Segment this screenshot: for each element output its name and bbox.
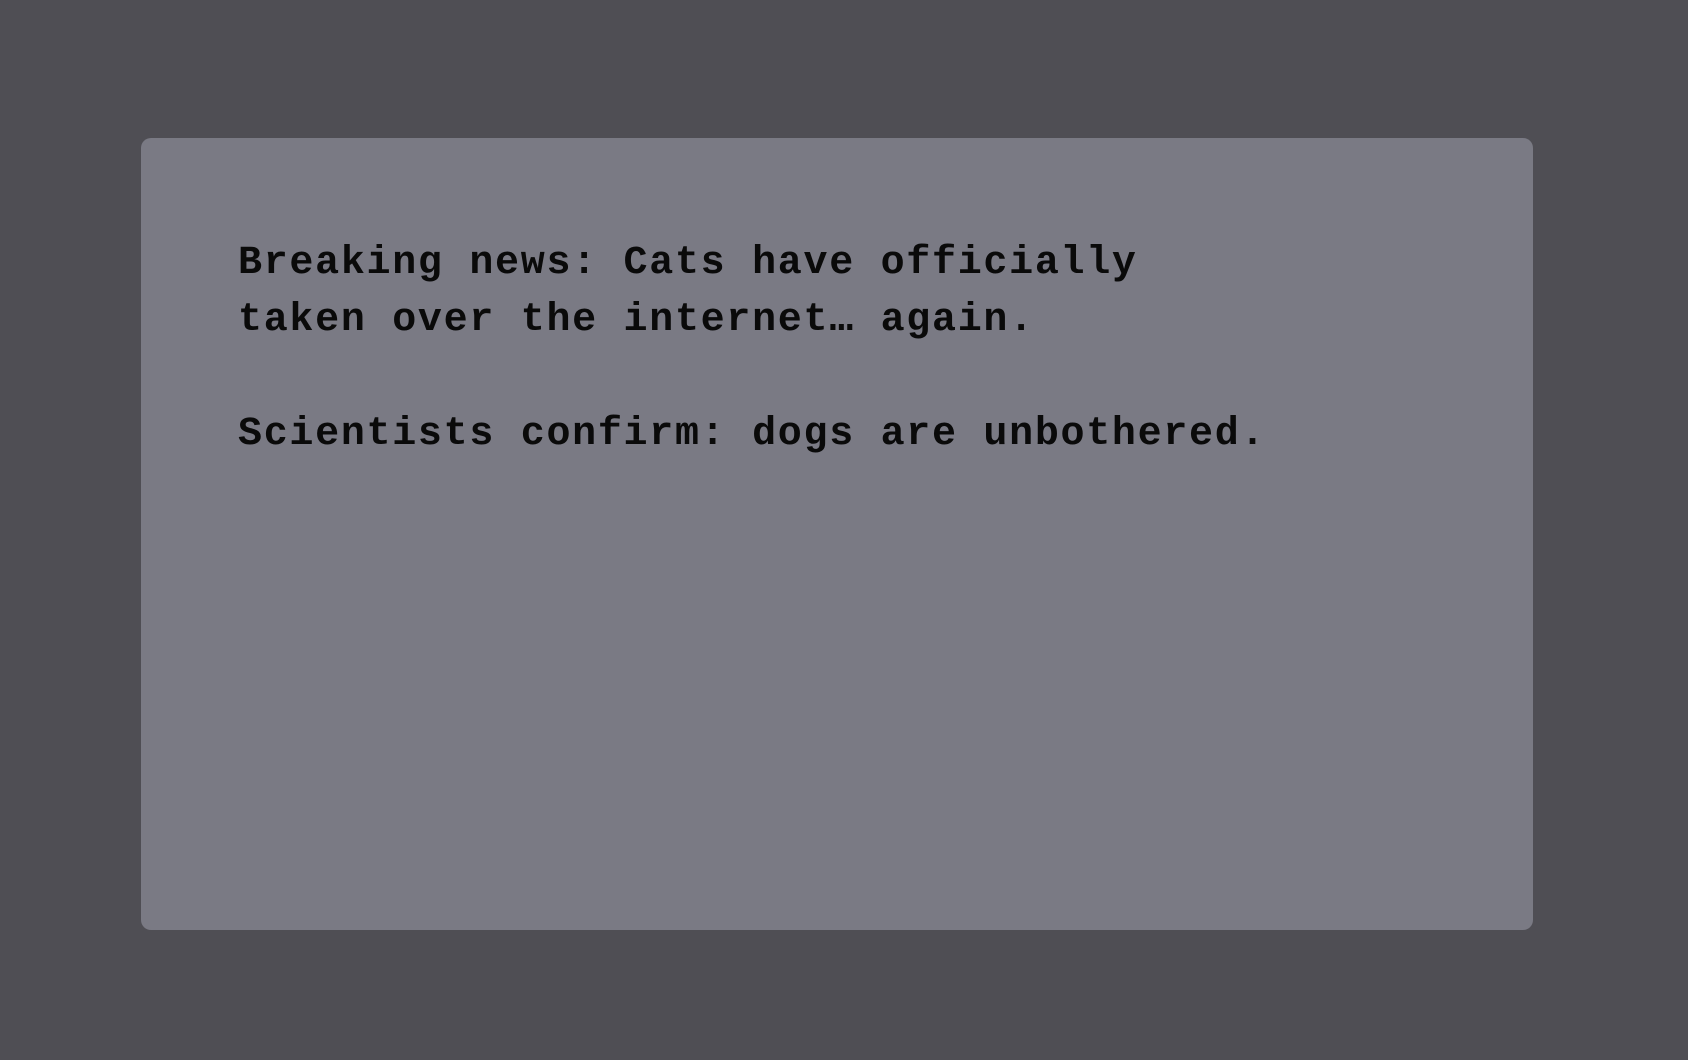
subline-text: Scientists confirm: dogs are unbothered. (238, 412, 1267, 457)
headline-text: Breaking news: Cats have officially take… (238, 235, 1138, 349)
headline-line-1: Breaking news: Cats have officially (238, 241, 1138, 286)
message-card: Breaking news: Cats have officially take… (141, 138, 1533, 930)
headline-line-2: taken over the internet… again. (238, 298, 1035, 343)
